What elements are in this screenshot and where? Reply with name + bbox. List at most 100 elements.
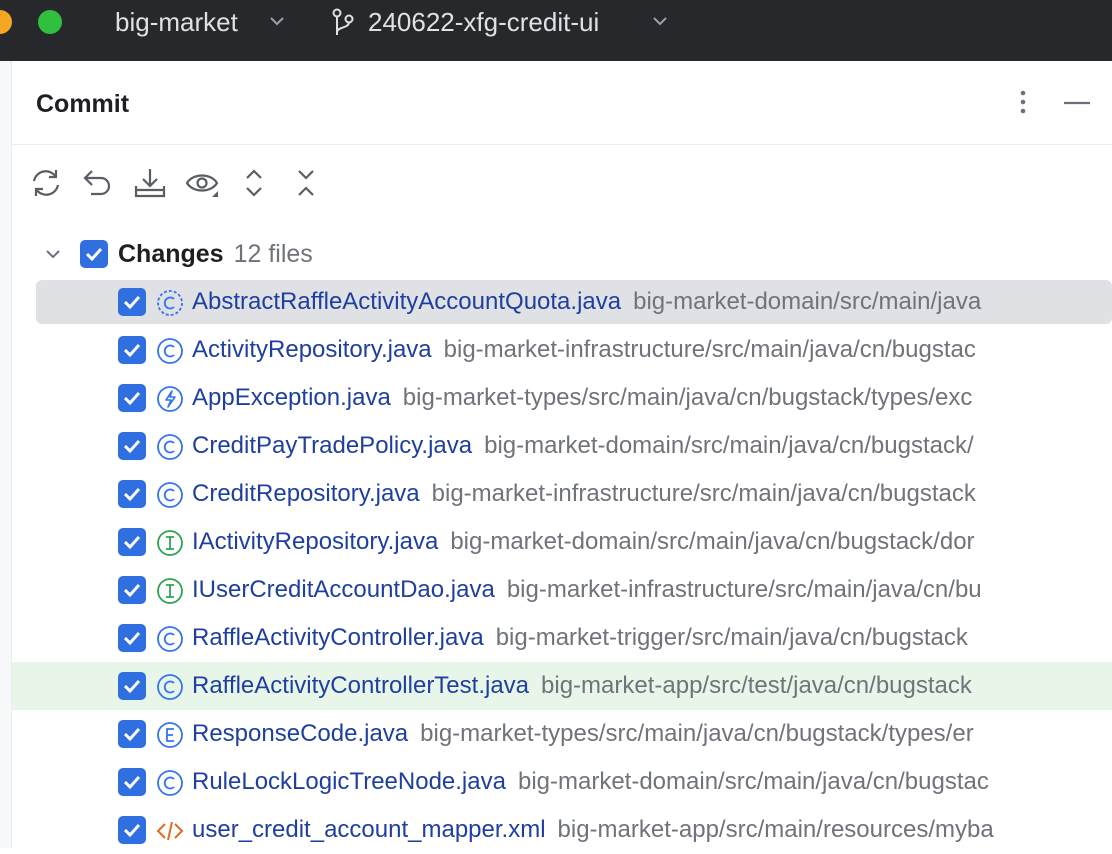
tool-window-strip <box>0 61 12 848</box>
file-entry: AppException.java big-market-types/src/ma… <box>192 383 972 413</box>
file-checkbox[interactable] <box>118 720 146 748</box>
rollback-icon[interactable] <box>81 166 115 200</box>
class-icon <box>157 674 183 700</box>
file-path: big-market-domain/src/main/java/cn/bugst… <box>450 528 975 555</box>
file-path: big-market-domain/src/main/java <box>633 288 982 315</box>
branch-name: 240622-xfg-credit-ui <box>368 7 600 37</box>
file-name: user_credit_account_mapper.xml <box>192 816 546 843</box>
checkmark-icon <box>123 295 141 310</box>
file-checkbox[interactable] <box>118 384 146 412</box>
file-name: ActivityRepository.java <box>192 336 432 363</box>
panel-title: Commit <box>36 90 130 118</box>
checkmark-icon <box>123 343 141 358</box>
file-row[interactable]: AppException.java big-market-types/src/ma… <box>12 374 1112 422</box>
file-entry: user_credit_account_mapper.xml big-market… <box>192 815 994 845</box>
file-checkbox[interactable] <box>118 816 146 844</box>
checkmark-icon <box>123 727 141 742</box>
file-name: AppException.java <box>192 384 391 411</box>
commit-panel-header: Commit <box>12 61 1112 145</box>
file-name: RaffleActivityControllerTest.java <box>192 672 530 699</box>
class-icon <box>157 626 183 652</box>
file-checkbox[interactable] <box>118 768 146 796</box>
file-row[interactable]: CreditPayTradePolicy.java big-market-doma… <box>12 422 1112 470</box>
minimize-panel-icon[interactable] <box>1062 89 1092 117</box>
file-name: IActivityRepository.java <box>192 528 439 555</box>
file-checkbox[interactable] <box>118 672 146 700</box>
changes-group-checkbox[interactable] <box>80 240 108 268</box>
checkmark-icon <box>123 391 141 406</box>
checkmark-icon <box>123 823 141 838</box>
file-path: big-market-app/src/main/resources/myba <box>557 816 994 843</box>
file-entry: ResponseCode.java big-market-types/src/ma… <box>192 719 974 749</box>
file-checkbox[interactable] <box>118 576 146 604</box>
enum-icon <box>157 722 183 748</box>
changes-group-label: Changes 12 files <box>118 239 313 269</box>
file-entry: IActivityRepository.java big-market-domai… <box>192 527 975 557</box>
git-branch-icon <box>332 8 354 35</box>
changes-group-row[interactable]: Changes 12 files <box>12 230 1112 278</box>
file-entry: IUserCreditAccountDao.java big-market-inf… <box>192 575 982 605</box>
checkmark-icon <box>123 535 141 550</box>
file-path: big-market-app/src/test/java/cn/bugstack <box>541 672 972 699</box>
expand-all-icon[interactable] <box>237 166 271 200</box>
file-name: ResponseCode.java <box>192 720 409 747</box>
file-entry: RaffleActivityController.java big-market-… <box>192 623 968 653</box>
file-row[interactable]: AbstractRaffleActivityAccountQuota.java b… <box>12 278 1112 326</box>
file-entry: RaffleActivityControllerTest.java big-mar… <box>192 671 972 701</box>
file-name: CreditRepository.java <box>192 480 420 507</box>
checkmark-icon <box>123 583 141 598</box>
class-icon <box>157 434 183 460</box>
preview-icon[interactable] <box>185 166 219 200</box>
file-row[interactable]: ResponseCode.java big-market-types/src/ma… <box>12 710 1112 758</box>
file-row[interactable]: RaffleActivityController.java big-market-… <box>12 614 1112 662</box>
class-icon <box>157 482 183 508</box>
more-options-icon[interactable] <box>1012 88 1034 118</box>
file-entry: RuleLockLogicTreeNode.java big-market-dom… <box>192 767 989 797</box>
file-entry: AbstractRaffleActivityAccountQuota.java b… <box>192 287 981 317</box>
checkmark-icon <box>85 247 103 262</box>
file-row[interactable]: IUserCreditAccountDao.java big-market-inf… <box>12 566 1112 614</box>
checkmark-icon <box>123 775 141 790</box>
file-entry: ActivityRepository.java big-market-infras… <box>192 335 976 365</box>
class-icon <box>157 770 183 796</box>
file-path: big-market-infrastructure/src/main/java/… <box>431 480 976 507</box>
zoom-window-button[interactable] <box>38 10 62 34</box>
chevron-down-icon[interactable] <box>43 244 63 264</box>
refresh-icon[interactable] <box>29 166 63 200</box>
file-name: RaffleActivityController.java <box>192 624 484 651</box>
file-path: big-market-infrastructure/src/main/java/… <box>506 576 982 603</box>
file-path: big-market-domain/src/main/java/cn/bugst… <box>517 768 989 795</box>
file-checkbox[interactable] <box>118 288 146 316</box>
file-checkbox[interactable] <box>118 624 146 652</box>
file-row[interactable]: RuleLockLogicTreeNode.java big-market-dom… <box>12 758 1112 806</box>
checkmark-icon <box>123 679 141 694</box>
abstract-class-icon <box>157 290 183 316</box>
file-checkbox[interactable] <box>118 480 146 508</box>
file-checkbox[interactable] <box>118 432 146 460</box>
file-row[interactable]: RaffleActivityControllerTest.java big-mar… <box>12 662 1112 710</box>
chevron-down-icon <box>270 17 284 26</box>
file-path: big-market-types/src/main/java/cn/bugsta… <box>402 384 973 411</box>
file-row[interactable]: CreditRepository.java big-market-infrastr… <box>12 470 1112 518</box>
changes-count: 12 files <box>233 240 313 268</box>
interface-icon <box>157 578 183 604</box>
file-entry: CreditPayTradePolicy.java big-market-doma… <box>192 431 974 461</box>
changes-label: Changes <box>118 240 224 268</box>
file-row[interactable]: user_credit_account_mapper.xml big-market… <box>12 806 1112 854</box>
file-row[interactable]: ActivityRepository.java big-market-infras… <box>12 326 1112 374</box>
chevron-down-icon <box>653 17 667 26</box>
file-checkbox[interactable] <box>118 528 146 556</box>
file-path: big-market-types/src/main/java/cn/bugsta… <box>420 720 974 747</box>
file-path: big-market-domain/src/main/java/cn/bugst… <box>484 432 974 459</box>
interface-icon <box>157 530 183 556</box>
file-row[interactable]: IActivityRepository.java big-market-domai… <box>12 518 1112 566</box>
exception-icon <box>157 386 183 412</box>
xml-icon <box>156 821 184 841</box>
collapse-all-icon[interactable] <box>289 166 323 200</box>
file-checkbox[interactable] <box>118 336 146 364</box>
class-icon <box>157 338 183 364</box>
file-name: CreditPayTradePolicy.java <box>192 432 473 459</box>
checkmark-icon <box>123 487 141 502</box>
shelve-icon[interactable] <box>133 166 167 200</box>
minimize-window-button[interactable] <box>0 10 12 34</box>
